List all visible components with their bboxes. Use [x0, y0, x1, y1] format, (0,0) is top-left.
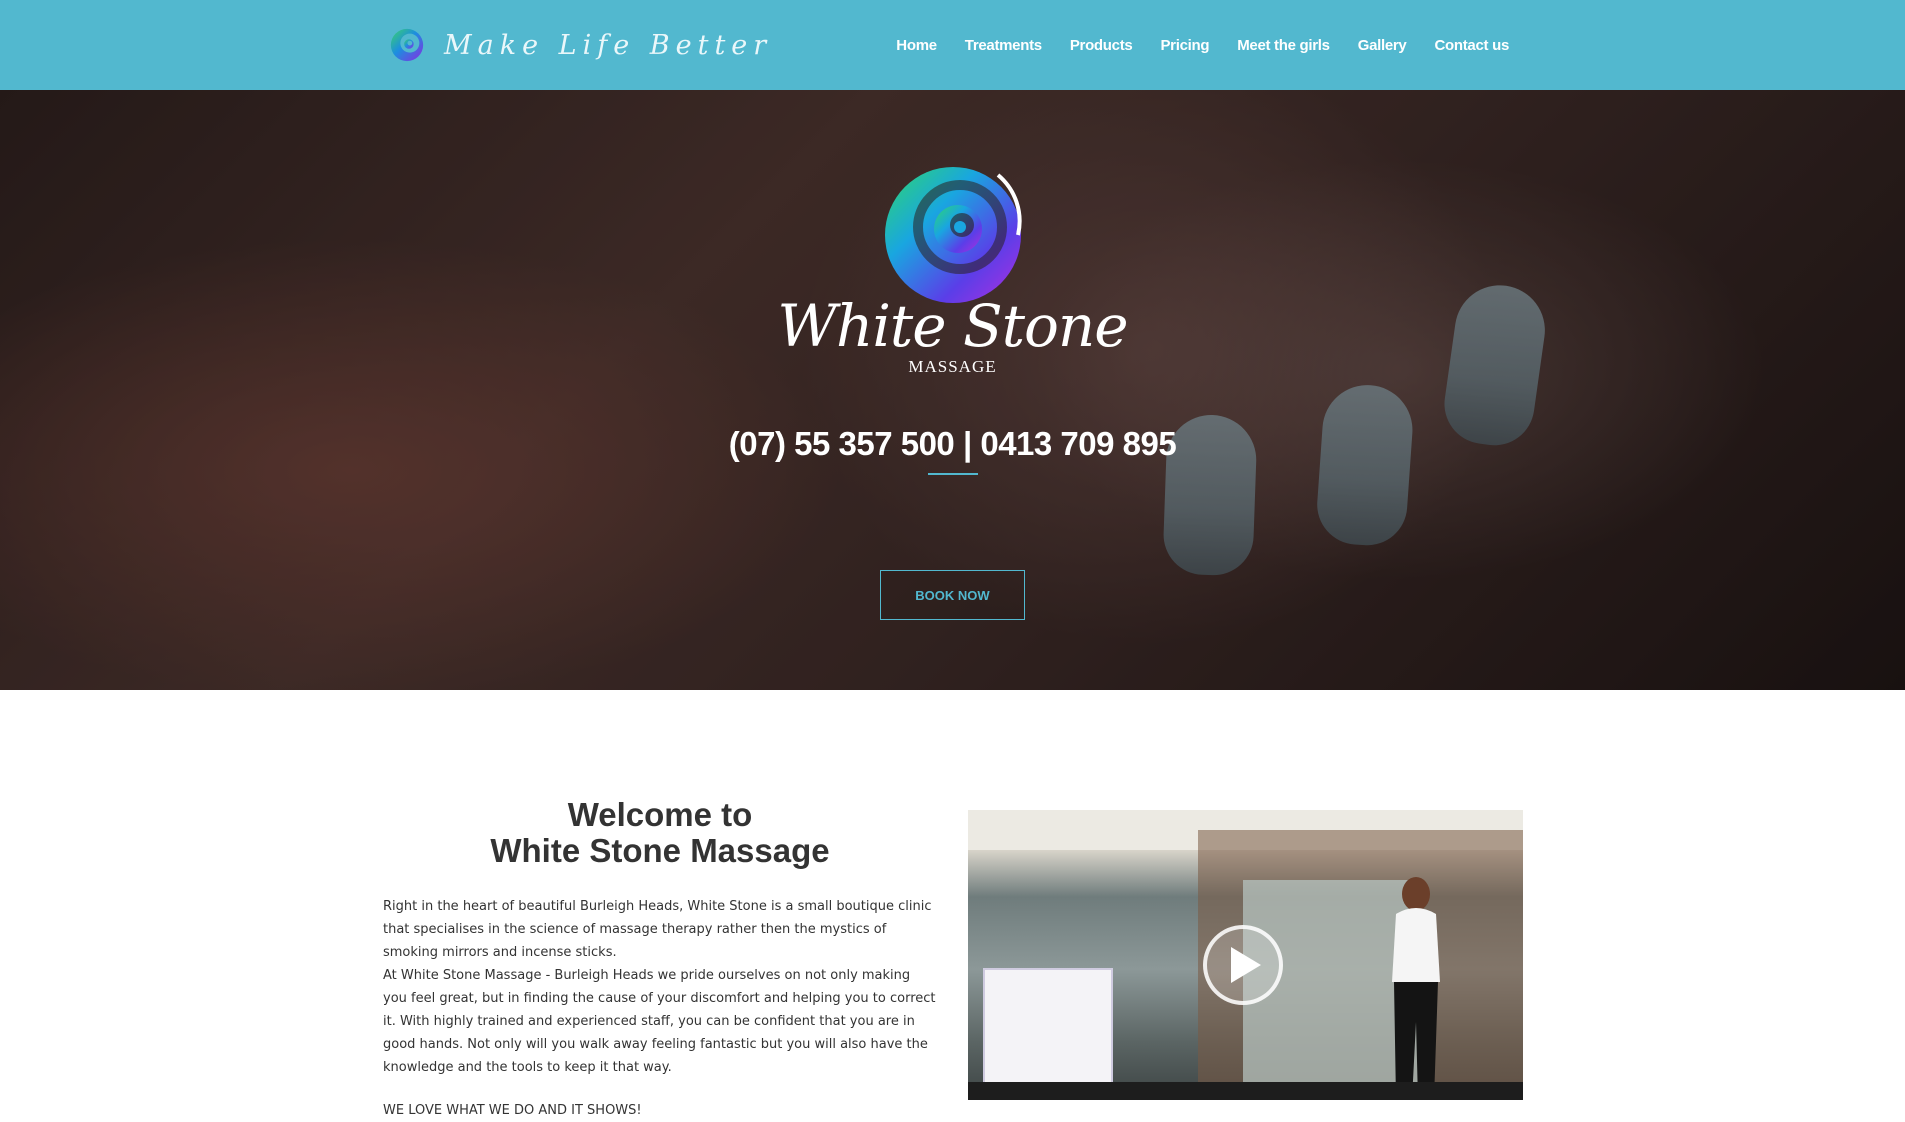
- site-header: Make Life Better Home Treatments Product…: [0, 0, 1905, 90]
- video-scene: [1392, 877, 1440, 1100]
- nav-contact-us[interactable]: Contact us: [1434, 37, 1509, 54]
- book-now-button[interactable]: BOOK NOW: [880, 570, 1025, 620]
- intro-video[interactable]: [968, 810, 1523, 1100]
- play-button[interactable]: [1203, 925, 1283, 1005]
- brand-subtitle: MASSAGE: [908, 357, 997, 376]
- welcome-paragraph: At White Stone Massage - Burleigh Heads …: [383, 968, 936, 1075]
- site-tagline: Make Life Better: [444, 29, 773, 61]
- swirl-logo-icon: [390, 28, 424, 62]
- nav-treatments[interactable]: Treatments: [965, 37, 1042, 54]
- welcome-heading-line2: White Stone Massage: [490, 832, 830, 869]
- nav-gallery[interactable]: Gallery: [1358, 37, 1407, 54]
- swirl-logo-icon: [884, 167, 1022, 303]
- welcome-heading-line1: Welcome to: [567, 796, 753, 833]
- welcome-text: Right in the heart of beautiful Burleigh…: [383, 895, 938, 1122]
- brand-name: White Stone: [777, 292, 1128, 360]
- site-logo[interactable]: Make Life Better: [388, 22, 772, 68]
- hero-banner: White Stone MASSAGE (07) 55 357 500 | 04…: [0, 90, 1905, 690]
- nav-products[interactable]: Products: [1070, 37, 1133, 54]
- nav-home[interactable]: Home: [896, 37, 937, 54]
- welcome-paragraph: Right in the heart of beautiful Burleigh…: [383, 899, 932, 960]
- welcome-tagline: WE LOVE WHAT WE DO AND IT SHOWS!: [383, 1103, 642, 1118]
- brand-logo: White Stone MASSAGE: [0, 155, 1905, 377]
- main-nav: Home Treatments Products Pricing Meet th…: [896, 0, 1509, 90]
- welcome-heading: Welcome to White Stone Massage: [383, 797, 937, 869]
- play-icon: [1231, 947, 1261, 983]
- video-scene: [983, 968, 1113, 1100]
- phone-numbers[interactable]: (07) 55 357 500 | 0413 709 895: [0, 425, 1905, 463]
- divider: [928, 473, 978, 475]
- nav-meet-the-girls[interactable]: Meet the girls: [1237, 37, 1330, 54]
- video-controls[interactable]: [968, 1082, 1523, 1100]
- nav-pricing[interactable]: Pricing: [1160, 37, 1209, 54]
